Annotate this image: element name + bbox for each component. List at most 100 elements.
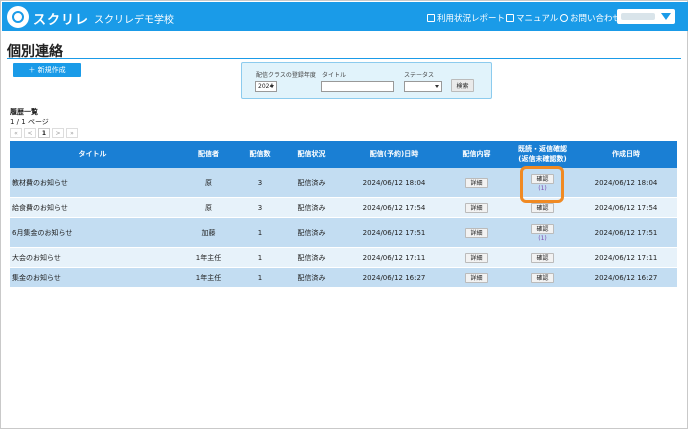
manual-link[interactable]: マニュアル	[506, 12, 558, 24]
unconfirmed-count: (1)	[538, 234, 547, 242]
row-title: 大会のお知らせ	[12, 253, 61, 262]
title-label: タイトル	[322, 72, 347, 79]
logo-text[interactable]: スクリレ	[33, 9, 89, 28]
row-title: 教材費のお知らせ	[12, 178, 68, 187]
search-filter-panel: 配信クラスの登録年度 2024 タイトル ステータス 検索	[241, 62, 492, 99]
usage-report-link[interactable]: 利用状況レポート	[427, 12, 505, 24]
row-created: 2024/06/12 17:11	[594, 253, 658, 262]
row-datetime: 2024/06/12 17:51	[362, 228, 426, 237]
title-divider	[7, 58, 681, 59]
table-row: 6月集金のお知らせ 加藤 1 配信済み 2024/06/12 17:51 詳細 …	[10, 218, 677, 248]
app-frame: スクリレ スクリレデモ学校 利用状況レポート マニュアル お問い合わせ 個別連絡…	[0, 0, 688, 429]
row-content: 詳細	[443, 198, 510, 217]
pagination: « < 1 > »	[10, 128, 80, 138]
row-count: 1	[257, 253, 263, 262]
row-confirm: 確認	[510, 268, 575, 287]
row-content: 詳細	[443, 248, 510, 267]
row-confirm: 確認 (1)	[510, 218, 575, 247]
row-content: 詳細	[443, 218, 510, 247]
year-label: 配信クラスの登録年度	[256, 72, 316, 79]
row-sender: 1年主任	[195, 253, 222, 262]
book-icon	[506, 14, 514, 22]
confirm-button[interactable]: 確認	[531, 272, 554, 283]
row-status: 配信済み	[297, 203, 326, 212]
table-row: 教材費のお知らせ 原 3 配信済み 2024/06/12 18:04 詳細 確認…	[10, 168, 677, 198]
col-content: 配信内容	[462, 149, 491, 158]
top-header: スクリレ スクリレデモ学校 利用状況レポート マニュアル お問い合わせ	[2, 2, 688, 31]
logo-icon[interactable]	[7, 6, 29, 28]
confirm-highlight-callout	[520, 166, 564, 203]
first-page-button[interactable]: «	[10, 128, 22, 138]
row-sender: 原	[205, 178, 212, 187]
school-name: スクリレデモ学校	[94, 15, 174, 26]
row-datetime: 2024/06/12 17:11	[362, 253, 426, 262]
row-content: 詳細	[443, 268, 510, 287]
contact-label: お問い合わせ	[570, 14, 622, 24]
row-sender: 1年主任	[195, 273, 222, 282]
prev-page-button[interactable]: <	[24, 128, 36, 138]
last-page-button[interactable]: »	[66, 128, 78, 138]
year-select[interactable]: 2024	[255, 81, 277, 92]
next-page-button[interactable]: >	[52, 128, 64, 138]
title-input[interactable]	[321, 81, 394, 92]
row-status: 配信済み	[297, 253, 326, 262]
row-datetime: 2024/06/12 18:04	[362, 178, 426, 187]
new-message-button[interactable]: ＋ 新規作成	[13, 63, 81, 77]
chevron-down-icon	[661, 13, 671, 20]
detail-button[interactable]: 詳細	[465, 252, 488, 263]
usage-report-label: 利用状況レポート	[437, 14, 506, 24]
table-row: 大会のお知らせ 1年主任 1 配信済み 2024/06/12 17:11 詳細 …	[10, 248, 677, 268]
manual-label: マニュアル	[516, 14, 559, 24]
row-count: 3	[257, 203, 263, 212]
page-1-button[interactable]: 1	[38, 128, 50, 138]
row-sender: 原	[205, 203, 212, 212]
row-title: 給食費のお知らせ	[12, 203, 68, 212]
detail-button[interactable]: 詳細	[465, 272, 488, 283]
col-datetime: 配信(予約)日時	[369, 149, 419, 158]
col-confirm-line2: (返信未確認数)	[518, 154, 567, 163]
detail-button[interactable]: 詳細	[465, 202, 488, 213]
row-status: 配信済み	[297, 178, 326, 187]
status-label: ステータス	[404, 72, 435, 79]
table-row: 集金のお知らせ 1年主任 1 配信済み 2024/06/12 16:27 詳細 …	[10, 268, 677, 288]
col-confirm-line1: 既読・返信確認	[518, 145, 567, 154]
contact-link[interactable]: お問い合わせ	[560, 12, 621, 24]
row-content: 詳細	[443, 168, 510, 197]
row-status: 配信済み	[297, 228, 326, 237]
row-count: 1	[257, 273, 263, 282]
col-created: 作成日時	[612, 149, 640, 158]
row-sender: 加藤	[201, 228, 216, 237]
row-created: 2024/06/12 18:04	[594, 178, 658, 187]
chevron-down-icon	[270, 85, 274, 88]
col-sender: 配信者	[198, 149, 219, 158]
user-name-redacted	[621, 13, 655, 20]
detail-button[interactable]: 詳細	[465, 177, 488, 188]
row-datetime: 2024/06/12 16:27	[362, 273, 426, 282]
message-history-table: タイトル 配信者 配信数 配信状況 配信(予約)日時 配信内容 既読・返信確認 …	[10, 141, 677, 288]
row-status: 配信済み	[297, 273, 326, 282]
row-created: 2024/06/12 17:54	[594, 203, 658, 212]
table-row: 給食費のお知らせ 原 3 配信済み 2024/06/12 17:54 詳細 確認…	[10, 198, 677, 218]
row-created: 2024/06/12 16:27	[594, 273, 658, 282]
row-count: 1	[257, 228, 263, 237]
confirm-button[interactable]: 確認	[531, 202, 554, 213]
detail-button[interactable]: 詳細	[465, 227, 488, 238]
row-confirm: 確認	[510, 248, 575, 267]
confirm-button[interactable]: 確認	[531, 252, 554, 263]
status-select[interactable]	[404, 81, 442, 92]
row-title: 6月集金のお知らせ	[12, 228, 73, 237]
search-button[interactable]: 検索	[451, 79, 474, 92]
col-title: タイトル	[78, 149, 107, 158]
history-heading: 履歴一覧	[10, 108, 38, 116]
row-count: 3	[257, 178, 263, 187]
col-confirm: 既読・返信確認 (返信未確認数)	[510, 141, 575, 168]
report-icon	[427, 14, 435, 22]
table-header: タイトル 配信者 配信数 配信状況 配信(予約)日時 配信内容 既読・返信確認 …	[10, 141, 677, 168]
confirm-button[interactable]: 確認	[531, 223, 554, 234]
page-indicator: 1 / 1 ページ	[10, 118, 49, 126]
row-datetime: 2024/06/12 17:54	[362, 203, 426, 212]
chevron-down-icon	[435, 85, 439, 88]
user-menu[interactable]	[617, 9, 675, 24]
question-icon	[560, 14, 568, 22]
row-title: 集金のお知らせ	[12, 273, 61, 282]
